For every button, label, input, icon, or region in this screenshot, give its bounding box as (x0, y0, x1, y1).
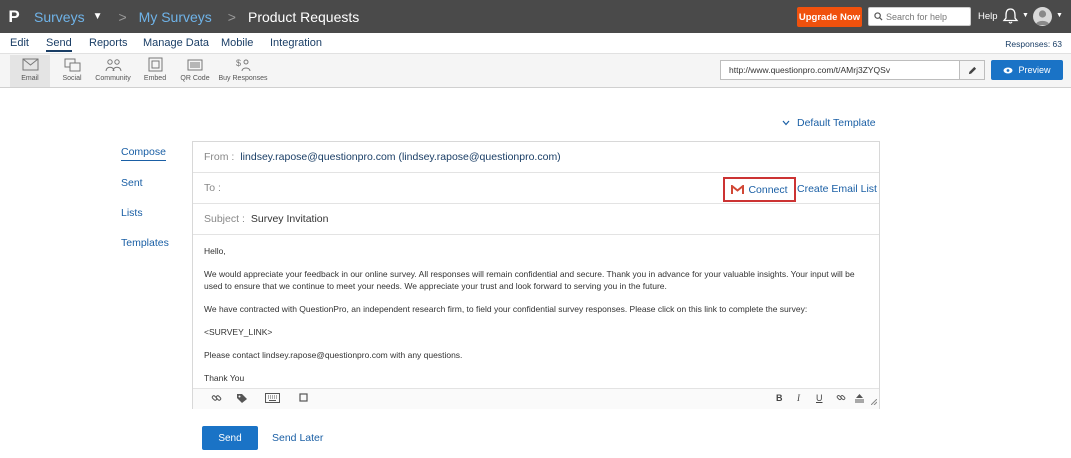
responses-count: Responses: 63 (1005, 39, 1062, 49)
send-toolbar: Email Social Community Embed QR Code $ B… (0, 54, 1071, 88)
send-button[interactable]: Send (202, 426, 258, 450)
to-row[interactable]: To : Connect Create Email List (193, 173, 879, 204)
chevron-down-icon (782, 120, 790, 126)
svg-text:$: $ (236, 58, 241, 68)
compose-panel: From : lindsey.rapose@questionpro.com (l… (192, 141, 880, 409)
tool-embed[interactable]: Embed (140, 55, 170, 87)
pencil-icon (968, 66, 976, 74)
breadcrumb-current-survey: Product Requests (247, 8, 360, 25)
from-value[interactable]: lindsey.rapose@questionpro.com (lindsey.… (240, 151, 560, 163)
bold-button[interactable]: B (776, 393, 783, 403)
body-paragraph: We have contracted with QuestionPro, an … (204, 303, 808, 314)
menu-manage-data[interactable]: Manage Data (143, 37, 209, 49)
caret-down-icon: ▼ (92, 11, 103, 22)
qr-code-icon (187, 59, 203, 70)
send-later-link[interactable]: Send Later (272, 432, 323, 444)
create-email-list-link[interactable]: Create Email List (797, 183, 877, 195)
body-paragraph: We would appreciate your feedback in our… (204, 269, 855, 291)
help-search-box[interactable] (868, 7, 971, 26)
sidenav-compose[interactable]: Compose (121, 146, 166, 161)
help-search-input[interactable] (886, 11, 966, 22)
editor-toolbar: B I U (193, 388, 879, 409)
template-selector[interactable]: Default Template (782, 117, 876, 129)
menu-edit[interactable]: Edit (10, 37, 29, 49)
bell-icon[interactable] (1002, 7, 1019, 25)
gmail-icon (731, 184, 745, 194)
tool-qr-code[interactable]: QR Code (180, 55, 210, 87)
caret-down-icon: ▼ (1056, 12, 1063, 19)
link-icon[interactable] (836, 393, 846, 403)
main-menu: Edit Send Reports Manage Data Mobile Int… (0, 33, 1071, 54)
tag-icon[interactable] (236, 393, 248, 404)
body-paragraph: Please contact lindsey.rapose@questionpr… (204, 349, 463, 360)
tool-email[interactable]: Email (10, 55, 50, 87)
help-link[interactable]: Help (978, 11, 998, 22)
subject-label: Subject : (204, 213, 245, 225)
to-label: To : (204, 182, 221, 194)
survey-url-field[interactable]: http://www.questionpro.com/t/AMrj3ZYQSv (720, 60, 960, 80)
subject-value[interactable]: Survey Invitation (251, 213, 329, 225)
from-row: From : lindsey.rapose@questionpro.com (l… (193, 142, 879, 173)
body-paragraph: Hello, (204, 246, 226, 256)
breadcrumb-my-surveys[interactable]: My Surveys (139, 9, 212, 25)
envelope-icon (22, 58, 38, 71)
tool-buy-responses[interactable]: $ Buy Responses (217, 55, 269, 87)
body-paragraph: Thank You (204, 372, 245, 383)
community-icon (105, 58, 121, 71)
fullscreen-icon[interactable] (299, 393, 308, 402)
breadcrumb-separator: > (227, 8, 236, 25)
gmail-connect-button[interactable]: Connect (723, 177, 796, 202)
italic-button[interactable]: I (797, 393, 800, 403)
menu-send[interactable]: Send (46, 37, 72, 52)
tool-social[interactable]: Social (55, 55, 89, 87)
from-label: From : (204, 151, 235, 163)
menu-reports[interactable]: Reports (89, 37, 128, 49)
keyboard-icon[interactable] (265, 393, 280, 403)
breadcrumb-surveys[interactable]: Surveys ▼ (34, 9, 102, 25)
resize-handle-icon[interactable] (871, 399, 877, 405)
breadcrumb-separator: > (118, 8, 127, 25)
menu-mobile[interactable]: Mobile (221, 37, 253, 49)
link-icon[interactable] (211, 393, 222, 404)
sidenav-sent[interactable]: Sent (121, 177, 143, 189)
sidenav-lists[interactable]: Lists (121, 207, 143, 219)
underline-button[interactable]: U (816, 393, 823, 403)
embed-icon (148, 57, 162, 72)
tool-community[interactable]: Community (93, 55, 133, 87)
buy-responses-icon: $ (236, 58, 250, 71)
avatar[interactable] (1033, 7, 1052, 26)
email-body[interactable]: Hello, We would appreciate your feedback… (204, 246, 874, 396)
menu-integration[interactable]: Integration (270, 37, 322, 49)
social-icon (64, 58, 80, 71)
sidenav-templates[interactable]: Templates (121, 237, 169, 249)
search-icon (874, 12, 883, 21)
upgrade-now-button[interactable]: Upgrade Now (797, 7, 862, 27)
preview-button[interactable]: Preview (991, 60, 1063, 80)
user-icon (1035, 10, 1050, 25)
edit-url-button[interactable] (960, 60, 985, 80)
caret-down-icon: ▼ (1022, 12, 1029, 19)
questionpro-logo[interactable]: P (1, 7, 27, 27)
top-bar: P Surveys ▼ > My Surveys > Product Reque… (0, 0, 1071, 33)
subject-row[interactable]: Subject : Survey Invitation (193, 204, 879, 235)
body-paragraph: <SURVEY_LINK> (204, 326, 273, 337)
align-icon[interactable] (854, 393, 865, 403)
eye-icon (1003, 67, 1013, 73)
